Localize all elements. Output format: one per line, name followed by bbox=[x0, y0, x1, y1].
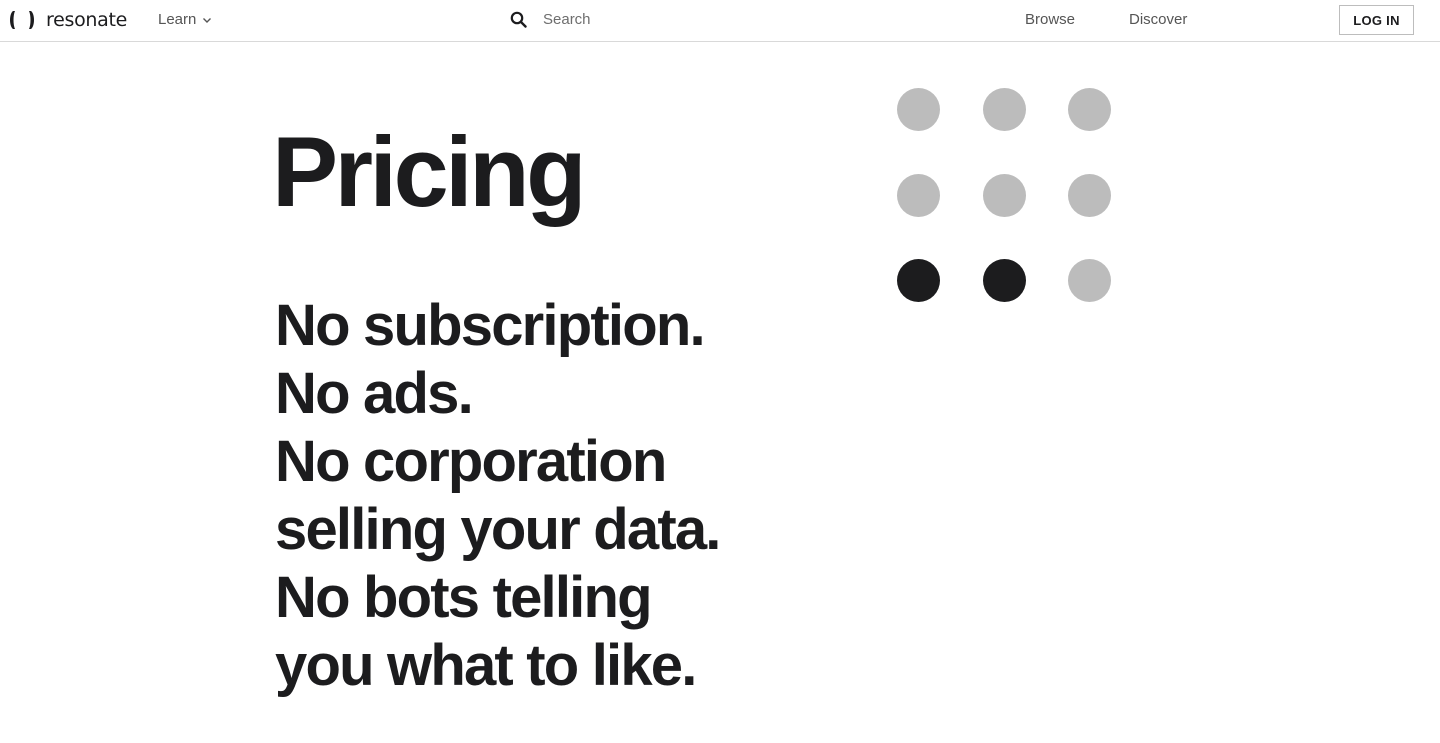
tagline-line: No bots telling bbox=[275, 565, 653, 630]
discover-link[interactable]: Discover bbox=[1129, 11, 1187, 28]
grid-dot bbox=[983, 259, 1026, 302]
tagline-line: you what to like. bbox=[275, 633, 697, 698]
chevron-down-icon bbox=[203, 17, 212, 23]
learn-label: Learn bbox=[158, 11, 197, 28]
grid-dot bbox=[983, 174, 1026, 217]
tagline-line: No subscription. bbox=[275, 293, 706, 358]
grid-dot bbox=[983, 88, 1026, 131]
search-bar bbox=[510, 10, 845, 29]
resonate-logo-icon bbox=[10, 11, 34, 29]
top-navigation-bar: resonate Learn Browse Discover LOG IN bbox=[0, 0, 1440, 42]
tagline-line: selling your data. bbox=[275, 497, 721, 562]
search-icon[interactable] bbox=[510, 11, 527, 28]
grid-dot bbox=[1068, 259, 1111, 302]
grid-dot bbox=[1068, 88, 1111, 131]
browse-link[interactable]: Browse bbox=[1025, 11, 1075, 28]
login-button[interactable]: LOG IN bbox=[1339, 5, 1414, 35]
logo-link[interactable]: resonate bbox=[8, 7, 127, 33]
tagline-line: No corporation bbox=[275, 429, 667, 494]
grid-dot bbox=[897, 174, 940, 217]
page-title: Pricing bbox=[272, 116, 587, 227]
search-input[interactable] bbox=[541, 10, 845, 29]
logo-text: resonate bbox=[46, 9, 128, 31]
grid-dot bbox=[1068, 174, 1111, 217]
learn-menu[interactable]: Learn bbox=[158, 11, 212, 28]
grid-dot bbox=[897, 259, 940, 302]
grid-dot bbox=[897, 88, 940, 131]
tagline-block: No subscription. No ads. No corporation … bbox=[275, 292, 721, 700]
tagline-line: No ads. bbox=[275, 361, 474, 426]
pricing-dot-grid bbox=[897, 88, 1112, 303]
